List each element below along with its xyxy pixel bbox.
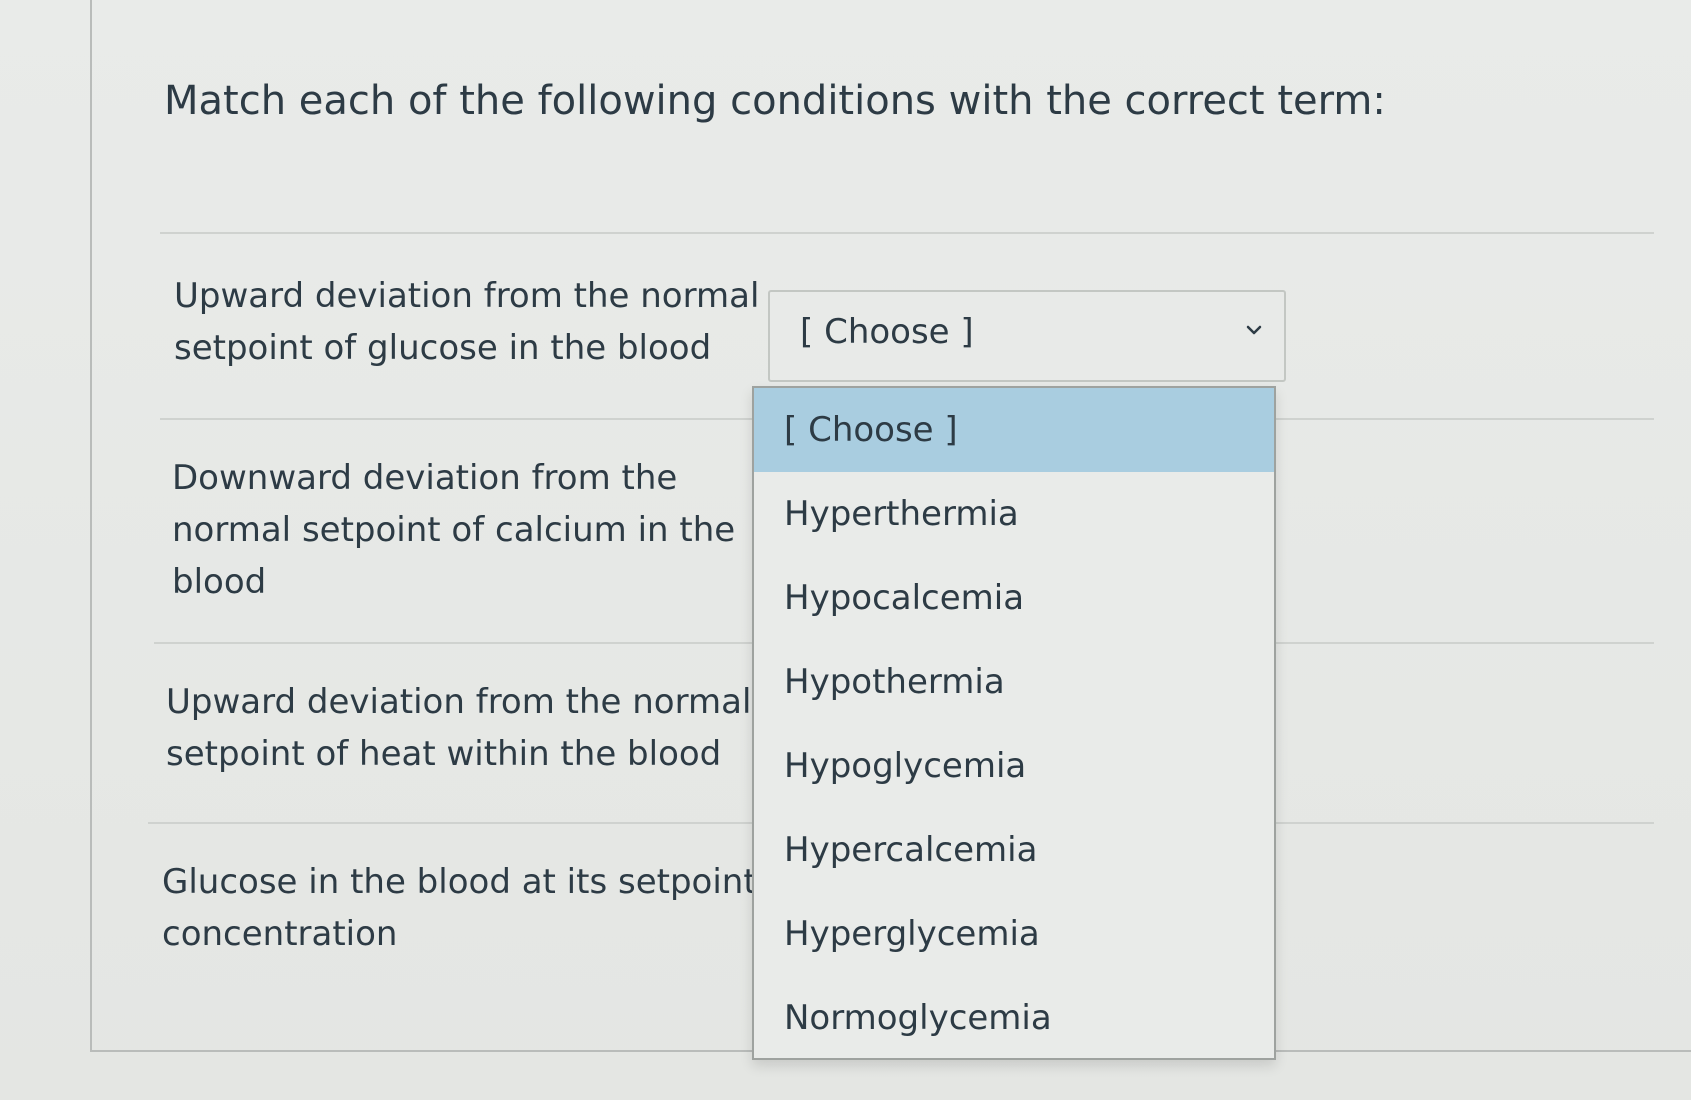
- dropdown-option-hyperglycemia[interactable]: Hyperglycemia: [754, 892, 1274, 976]
- dropdown-option-hyperthermia[interactable]: Hyperthermia: [754, 472, 1274, 556]
- row-divider: [160, 232, 1654, 234]
- dropdown-option-hypercalcemia[interactable]: Hypercalcemia: [754, 808, 1274, 892]
- condition-label-4: Glucose in the blood at its setpoint con…: [162, 862, 757, 954]
- term-select[interactable]: [ Choose ]: [768, 290, 1286, 382]
- dropdown-option-choose[interactable]: [ Choose ]: [754, 388, 1274, 472]
- dropdown-option-normoglycemia[interactable]: Normoglycemia: [754, 976, 1274, 1060]
- select-current-value: [ Choose ]: [800, 312, 974, 352]
- chevron-down-icon[interactable]: [1246, 322, 1262, 338]
- condition-label-1: Upward deviation from the normal setpoin…: [174, 276, 760, 368]
- dropdown-option-hypothermia[interactable]: Hypothermia: [754, 640, 1274, 724]
- dropdown-option-hypocalcemia[interactable]: Hypocalcemia: [754, 556, 1274, 640]
- condition-label-2: Downward deviation from the normal setpo…: [172, 458, 736, 602]
- condition-label-3: Upward deviation from the normal setpoin…: [166, 682, 752, 774]
- question-prompt: Match each of the following conditions w…: [164, 78, 1386, 124]
- dropdown-option-hypoglycemia[interactable]: Hypoglycemia: [754, 724, 1274, 808]
- term-dropdown-list: [ Choose ] Hyperthermia Hypocalcemia Hyp…: [752, 386, 1276, 1060]
- quiz-page: Match each of the following conditions w…: [0, 0, 1691, 1100]
